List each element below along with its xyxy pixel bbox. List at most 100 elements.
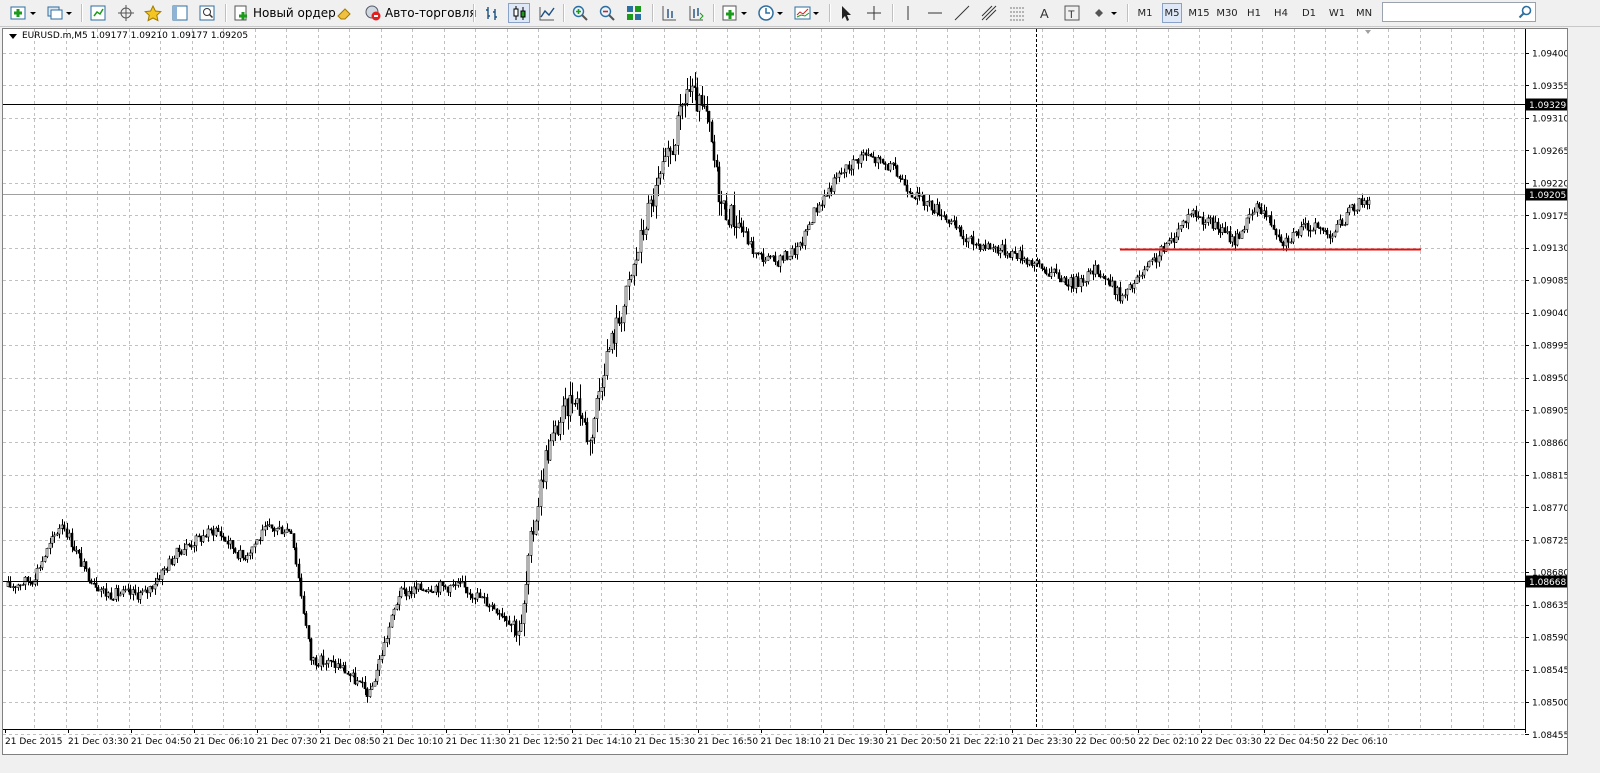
tile-windows-button[interactable] — [624, 3, 644, 23]
market-watch-button[interactable] — [88, 3, 108, 23]
timeframe-m15-button[interactable]: M15 — [1186, 3, 1212, 23]
line-chart-button[interactable] — [537, 3, 557, 23]
candle-body — [1010, 251, 1014, 258]
candle-body — [23, 576, 27, 585]
candle-body — [1284, 237, 1288, 247]
templates-button[interactable] — [792, 3, 822, 23]
candle-body — [1350, 204, 1354, 208]
timeframe-w1-button[interactable]: W1 — [1326, 3, 1348, 23]
candle-body — [126, 588, 130, 591]
autotrading-button[interactable]: Авто-торговля — [362, 3, 479, 23]
timeframe-h1-button[interactable]: H1 — [1244, 3, 1264, 23]
candle-body — [92, 582, 96, 585]
candle-body — [375, 669, 379, 682]
fibonacci-tool-button[interactable] — [1007, 3, 1027, 23]
horizontal-line-tool-button[interactable] — [925, 3, 945, 23]
text-label-tool-button[interactable]: T — [1062, 3, 1082, 23]
bar-chart-button[interactable] — [482, 3, 502, 23]
crosshair-tool-button[interactable] — [864, 3, 884, 23]
candle-body — [1218, 228, 1222, 233]
autoscroll-button[interactable] — [686, 3, 706, 23]
timeframe-m1-button[interactable]: M1 — [1134, 3, 1156, 23]
candle-body — [438, 581, 442, 593]
terminal-icon — [171, 4, 189, 22]
timeframe-mn-button[interactable]: MN — [1352, 3, 1376, 23]
navigator-button[interactable] — [142, 3, 164, 23]
autoscroll-icon — [687, 4, 705, 22]
candle-body — [1113, 280, 1117, 296]
candle-body — [504, 616, 508, 622]
candle-body — [138, 592, 142, 600]
search-box[interactable] — [1382, 2, 1536, 24]
trendline-tool-button[interactable] — [952, 3, 972, 23]
candle-body — [1150, 259, 1154, 262]
candle-body — [219, 531, 223, 537]
time-tick-label: 21 Dec 2015 — [5, 737, 63, 747]
candle-body — [847, 164, 851, 170]
candle-body — [1340, 219, 1344, 226]
zoom-in-button[interactable] — [570, 3, 590, 23]
symbol-ohlc-text: EURUSD.m,M5 1.09177 1.09210 1.09177 1.09… — [22, 31, 249, 41]
collapse-triangle-icon[interactable] — [9, 33, 17, 39]
price-tick-label: 1.08995 — [1532, 342, 1567, 352]
candle-body — [199, 535, 203, 542]
candle-body — [1184, 220, 1188, 224]
chart-canvas[interactable]: 1.09400 1.09355 1.09310 1.09265 1.09220 1.091… — [3, 29, 1567, 754]
profiles-button[interactable] — [44, 3, 74, 23]
price-chart[interactable]: 1.09400 1.09355 1.09310 1.09265 1.09220 1.091… — [2, 28, 1568, 755]
candle-body — [307, 625, 311, 640]
candle-body — [116, 588, 120, 597]
data-window-button[interactable] — [116, 3, 136, 23]
price-tick-label: 1.09175 — [1532, 212, 1567, 222]
new-order-button[interactable]: Новый ордер — [232, 3, 338, 23]
candle-body — [673, 145, 677, 156]
candlestick-chart-button[interactable] — [508, 3, 530, 23]
candle-body — [575, 398, 579, 404]
candle-body — [397, 596, 401, 605]
price-tick-label: 1.08590 — [1532, 634, 1567, 644]
candle-body — [541, 479, 545, 483]
time-tick-label: 22 Dec 06:10 — [1327, 737, 1388, 747]
eraser-button[interactable] — [334, 3, 354, 23]
timeframe-m5-button[interactable]: M5 — [1162, 3, 1182, 23]
terminal-button[interactable] — [170, 3, 190, 23]
candle-body — [1054, 268, 1058, 273]
candle-body — [1191, 210, 1195, 215]
candle-body — [311, 657, 315, 661]
candle-body — [832, 177, 836, 192]
search-icon[interactable] — [1517, 4, 1533, 24]
chart-shift-marker-icon[interactable] — [1365, 30, 1371, 34]
timeframe-m30-button[interactable]: M30 — [1214, 3, 1240, 23]
template-icon — [793, 4, 821, 22]
candle-body — [1237, 233, 1241, 239]
main-toolbar: Новый ордер Авто-торговля A T M1 M5 M15 … — [0, 0, 1600, 27]
candle-body — [304, 613, 308, 626]
crosshair-target-icon — [117, 4, 135, 22]
time-tick-label: 21 Dec 12:50 — [509, 737, 570, 747]
new-chart-button[interactable] — [8, 3, 38, 23]
search-input[interactable] — [1386, 5, 1520, 24]
indicators-button[interactable] — [720, 3, 750, 23]
arrows-tool-button[interactable] — [1090, 3, 1120, 23]
zoom-out-button[interactable] — [597, 3, 617, 23]
timeframe-d1-button[interactable]: D1 — [1298, 3, 1320, 23]
equidistant-channel-tool-button[interactable] — [979, 3, 999, 23]
svg-text:A: A — [1040, 6, 1049, 21]
candle-body — [878, 157, 882, 160]
strategy-tester-button[interactable] — [197, 3, 217, 23]
chart-shift-button[interactable] — [659, 3, 679, 23]
candle-body — [482, 596, 486, 599]
candle-body — [1042, 268, 1046, 270]
cursor-tool-button[interactable] — [836, 3, 856, 23]
candle-body — [416, 583, 420, 590]
candle-body — [898, 175, 902, 179]
candle-body — [48, 542, 52, 549]
vertical-line-tool-button[interactable] — [898, 3, 918, 23]
periods-button[interactable] — [756, 3, 786, 23]
candle-body — [961, 235, 965, 240]
timeframe-h4-button[interactable]: H4 — [1270, 3, 1292, 23]
candle-body — [109, 592, 113, 600]
candle-body — [348, 674, 352, 677]
text-tool-button[interactable]: A — [1035, 3, 1055, 23]
candle-body — [1220, 227, 1224, 233]
